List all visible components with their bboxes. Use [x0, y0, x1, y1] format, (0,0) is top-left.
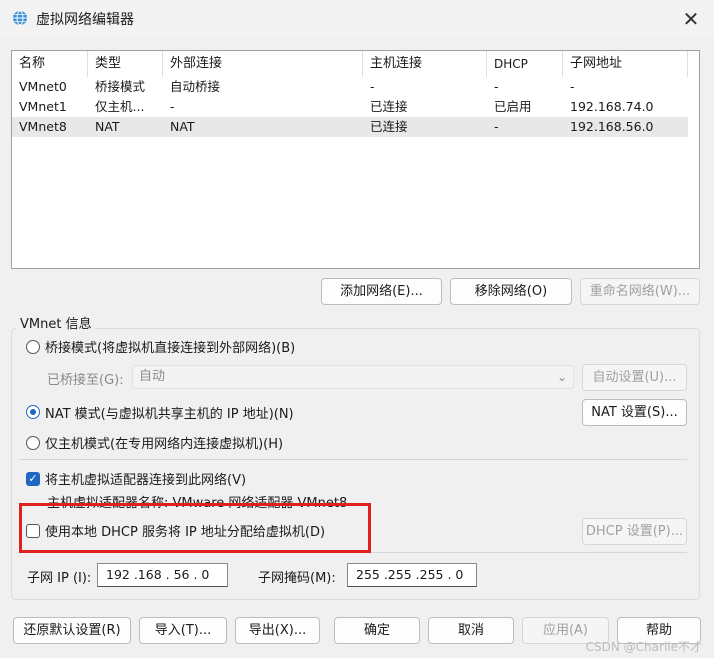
remove-network-button[interactable]: 移除网络(O)	[450, 278, 572, 305]
bridged-to-label: 已桥接至(G):	[47, 373, 124, 388]
cell-host: -	[370, 79, 375, 94]
host-only-label[interactable]: 仅主机模式(在专用网络内连接虚拟机)(H)	[45, 433, 283, 452]
bridged-mode-radio[interactable]	[26, 340, 40, 354]
column-header-host[interactable]: 主机连接	[363, 51, 487, 77]
title-bar: 虚拟网络编辑器 ✕	[0, 0, 714, 38]
chevron-down-icon: ⌄	[556, 370, 567, 384]
add-network-button[interactable]: 添加网络(E)...	[321, 278, 442, 305]
highlight-box	[19, 503, 371, 553]
cell-name: VMnet8	[19, 119, 67, 134]
cell-type: 仅主机...	[95, 99, 145, 114]
cell-subnet: 192.168.56.0	[570, 119, 654, 134]
column-header-subnet[interactable]: 子网地址	[563, 51, 688, 77]
ok-button[interactable]: 确定	[334, 617, 420, 644]
column-header-external[interactable]: 外部连接	[163, 51, 363, 77]
host-only-radio[interactable]	[26, 436, 40, 450]
network-globe-icon	[13, 10, 27, 26]
cell-dhcp: -	[494, 119, 499, 134]
bridged-to-value: 自动	[139, 369, 166, 384]
bridged-to-select[interactable]: 自动 ⌄	[132, 365, 574, 389]
auto-settings-button[interactable]: 自动设置(U)...	[582, 364, 687, 391]
column-header-type[interactable]: 类型	[88, 51, 163, 77]
vmnet-info-legend: VMnet 信息	[17, 313, 95, 332]
cell-subnet: -	[570, 79, 575, 94]
table-row-selected[interactable]: VMnet8 NAT NAT 已连接 - 192.168.56.0	[12, 117, 688, 137]
table-row[interactable]: VMnet1 仅主机... - 已连接 已启用 192.168.74.0	[12, 97, 688, 117]
cell-type: 桥接模式	[95, 79, 146, 94]
import-button[interactable]: 导入(T)...	[139, 617, 227, 644]
subnet-ip-input[interactable]: 192 .168 . 56 . 0	[97, 563, 228, 587]
close-icon[interactable]: ✕	[680, 8, 702, 30]
connect-adapter-label[interactable]: 将主机虚拟适配器连接到此网络(V)	[45, 469, 246, 488]
cell-dhcp: -	[494, 79, 499, 94]
cell-dhcp: 已启用	[494, 99, 532, 114]
connect-adapter-checkbox[interactable]: ✓	[26, 472, 40, 486]
table-row[interactable]: VMnet0 桥接模式 自动桥接 - - -	[12, 77, 688, 97]
nat-mode-radio[interactable]	[26, 405, 40, 419]
nat-mode-label[interactable]: NAT 模式(与虚拟机共享主机的 IP 地址)(N)	[45, 403, 294, 422]
cell-external: NAT	[170, 119, 195, 134]
export-button[interactable]: 导出(X)...	[235, 617, 320, 644]
cancel-button[interactable]: 取消	[428, 617, 514, 644]
nat-settings-button[interactable]: NAT 设置(S)...	[582, 399, 687, 426]
bridged-mode-label[interactable]: 桥接模式(将虚拟机直接连接到外部网络)(B)	[45, 337, 295, 356]
cell-name: VMnet1	[19, 99, 67, 114]
window-title: 虚拟网络编辑器	[36, 12, 134, 28]
cell-type: NAT	[95, 119, 120, 134]
column-header-dhcp[interactable]: DHCP	[487, 51, 563, 77]
network-list[interactable]: 名称 类型 外部连接 主机连接 DHCP 子网地址 VMnet0 桥接模式 自动…	[11, 50, 700, 269]
column-header-name[interactable]: 名称	[12, 51, 88, 77]
subnet-ip-label: 子网 IP (I):	[27, 571, 92, 586]
subnet-mask-label: 子网掩码(M):	[258, 571, 336, 586]
cell-subnet: 192.168.74.0	[570, 99, 654, 114]
watermark: CSDN @Charlie不才	[585, 640, 702, 654]
cell-host: 已连接	[370, 99, 408, 114]
restore-defaults-button[interactable]: 还原默认设置(R)	[13, 617, 131, 644]
cell-name: VMnet0	[19, 79, 67, 94]
subnet-mask-input[interactable]: 255 .255 .255 . 0	[347, 563, 477, 587]
divider	[19, 459, 687, 460]
dhcp-settings-button[interactable]: DHCP 设置(P)...	[582, 518, 687, 545]
cell-external: -	[170, 99, 175, 114]
cell-host: 已连接	[370, 119, 408, 134]
rename-network-button[interactable]: 重命名网络(W)...	[580, 278, 700, 305]
cell-external: 自动桥接	[170, 79, 221, 94]
